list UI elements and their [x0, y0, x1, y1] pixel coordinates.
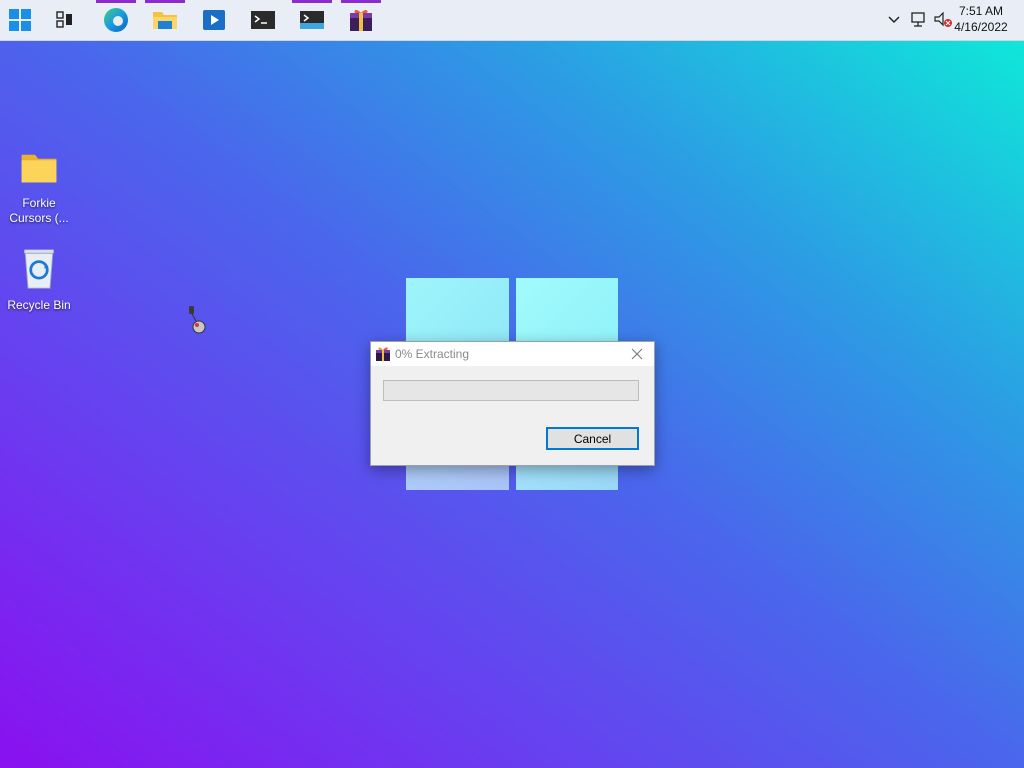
desktop-icon-recycle-bin[interactable]: Recycle Bin [3, 246, 75, 313]
desktop[interactable]: 7:51 AM 4/16/2022 Forkie Cursors (... Re… [0, 0, 1024, 768]
close-icon [631, 348, 643, 360]
taskbar-media-player-button[interactable] [194, 0, 234, 40]
running-indicator [145, 0, 185, 3]
taskbar-edge-button[interactable] [96, 0, 136, 40]
network-icon [911, 12, 925, 27]
chevron-up-icon [888, 16, 900, 24]
taskbar-terminal-button[interactable] [243, 0, 283, 40]
task-view-icon [56, 11, 72, 28]
running-indicator [292, 0, 332, 3]
clock-time: 7:51 AM [958, 4, 1004, 18]
desktop-icon-label: Forkie Cursors (... [9, 196, 69, 225]
extract-progress-bar [383, 380, 639, 401]
media-player-icon [203, 10, 225, 30]
desktop-icon-forkie-cursors[interactable]: Forkie Cursors (... [3, 150, 75, 226]
taskbar-extractor-button[interactable] [341, 0, 381, 40]
taskbar-terminal-2-button[interactable] [292, 0, 332, 40]
gift-box-icon [376, 347, 390, 361]
start-button[interactable] [0, 0, 40, 40]
extract-dialog: 0% Extracting Cancel [370, 341, 655, 466]
running-indicator [96, 0, 136, 3]
clock[interactable]: 7:51 AM 4/16/2022 [946, 3, 1016, 35]
terminal-icon [300, 11, 324, 29]
clock-date: 4/16/2022 [954, 20, 1008, 34]
close-button[interactable] [620, 342, 654, 366]
taskbar: 7:51 AM 4/16/2022 [0, 0, 1024, 41]
dialog-titlebar[interactable]: 0% Extracting [371, 342, 654, 366]
folder-icon [21, 154, 57, 183]
windows-logo-icon [9, 9, 31, 31]
desktop-icon-label: Recycle Bin [7, 298, 71, 312]
recycle-bin-icon [24, 249, 54, 289]
mouse-cursor-icon [189, 306, 206, 334]
task-view-button[interactable] [45, 0, 85, 40]
taskbar-file-explorer-button[interactable] [145, 0, 185, 40]
show-hidden-icons-button[interactable] [884, 0, 904, 40]
terminal-icon [251, 11, 275, 29]
gift-box-icon [350, 9, 372, 31]
running-indicator [341, 0, 381, 3]
dialog-title: 0% Extracting [395, 347, 470, 361]
network-tray-button[interactable] [908, 0, 930, 40]
folder-icon [153, 12, 177, 29]
edge-icon [104, 8, 128, 32]
cancel-button[interactable]: Cancel [546, 427, 639, 450]
